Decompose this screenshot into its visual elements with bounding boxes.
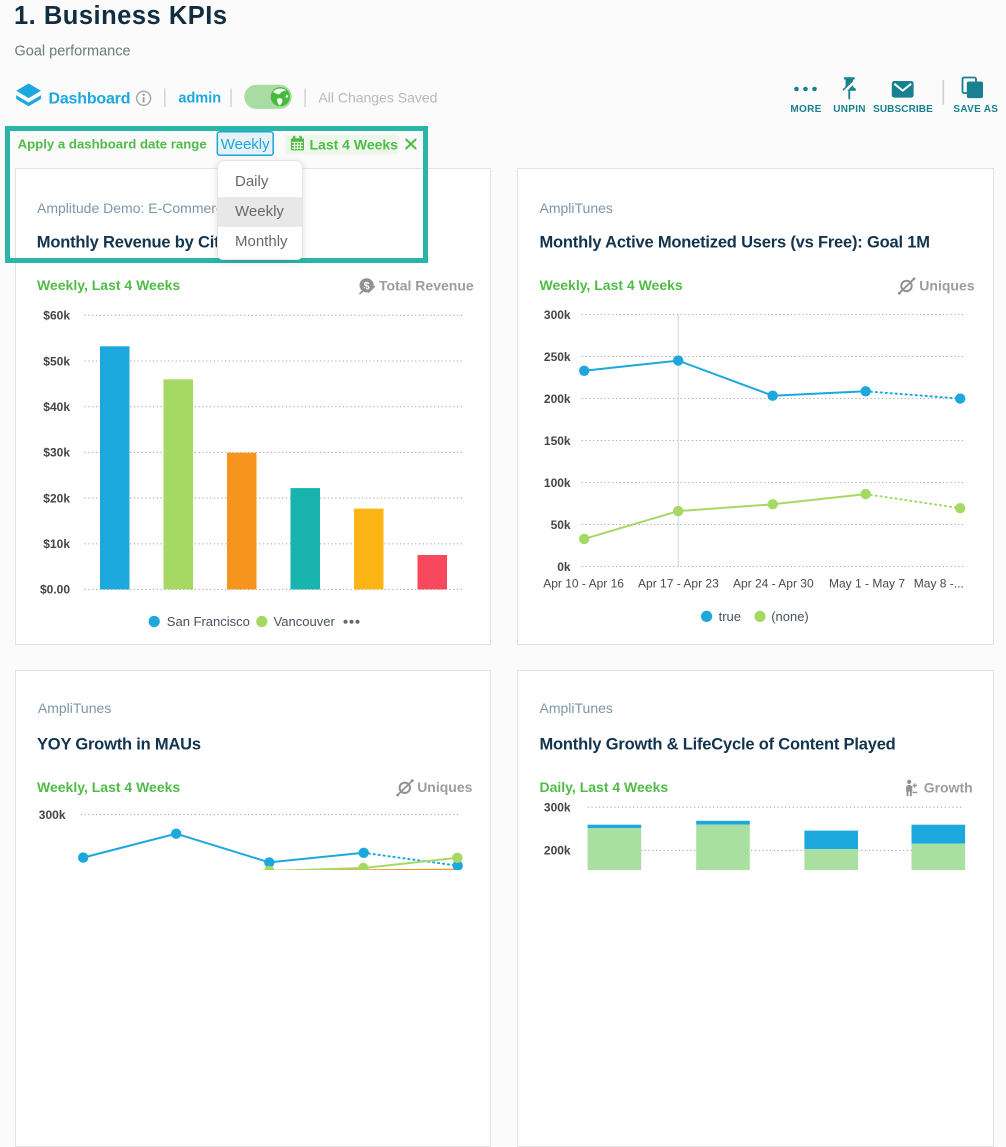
svg-text:Apr 24 - Apr 30: Apr 24 - Apr 30 — [733, 577, 814, 591]
svg-text:100k: 100k — [544, 476, 571, 490]
svg-text:$60k: $60k — [43, 309, 70, 323]
svg-text:Growth: Growth — [924, 780, 973, 796]
svg-text:MORE: MORE — [790, 104, 821, 115]
svg-text:$40k: $40k — [43, 400, 70, 414]
svg-text:Apr 17 - Apr 23: Apr 17 - Apr 23 — [638, 577, 719, 591]
svg-text:Goal performance: Goal performance — [15, 44, 131, 60]
svg-text:Uniques: Uniques — [417, 779, 472, 795]
svg-text:Dashboard: Dashboard — [49, 91, 131, 108]
svg-text:0k: 0k — [557, 560, 571, 574]
svg-text:200k: 200k — [544, 392, 571, 406]
svg-text:San Francisco: San Francisco — [167, 614, 250, 629]
svg-text:UNPIN: UNPIN — [833, 104, 866, 115]
svg-text:SAVE AS: SAVE AS — [953, 104, 998, 115]
svg-text:Total Revenue: Total Revenue — [379, 278, 474, 294]
svg-text:Daily, Last 4 Weeks: Daily, Last 4 Weeks — [540, 779, 669, 795]
svg-text:300k: 300k — [544, 308, 571, 322]
svg-text:May 1 - May 7: May 1 - May 7 — [829, 577, 905, 591]
svg-text:$50k: $50k — [43, 354, 70, 368]
svg-text:200k: 200k — [544, 844, 571, 858]
svg-text:250k: 250k — [544, 350, 571, 364]
svg-text:YOY Growth in MAUs: YOY Growth in MAUs — [37, 736, 201, 754]
svg-text:SUBSCRIBE: SUBSCRIBE — [873, 104, 933, 115]
svg-text:Apr 10 - Apr 16: Apr 10 - Apr 16 — [543, 577, 624, 591]
svg-text:300k: 300k — [39, 808, 66, 822]
svg-text:true: true — [719, 609, 741, 624]
svg-text:$0.00: $0.00 — [40, 583, 70, 597]
svg-text:1. Business KPIs: 1. Business KPIs — [14, 2, 228, 30]
svg-text:$10k: $10k — [43, 537, 70, 551]
svg-text:admin: admin — [178, 91, 221, 107]
svg-text:$20k: $20k — [43, 491, 70, 505]
svg-text:Uniques: Uniques — [919, 278, 974, 294]
svg-text:150k: 150k — [544, 434, 571, 448]
svg-text:300k: 300k — [544, 801, 571, 815]
svg-text:AmpliTunes: AmpliTunes — [540, 700, 613, 716]
svg-text:Weekly, Last 4 Weeks: Weekly, Last 4 Weeks — [37, 779, 180, 795]
svg-text:Vancouver: Vancouver — [274, 614, 336, 629]
svg-text:50k: 50k — [551, 518, 571, 532]
svg-text:Weekly, Last 4 Weeks: Weekly, Last 4 Weeks — [37, 277, 180, 293]
svg-text:Monthly Growth & LifeCycle of: Monthly Growth & LifeCycle of Content Pl… — [540, 736, 896, 754]
svg-text:AmpliTunes: AmpliTunes — [540, 200, 613, 216]
svg-text:AmpliTunes: AmpliTunes — [38, 700, 111, 716]
svg-text:(none): (none) — [771, 609, 809, 624]
svg-text:$30k: $30k — [43, 446, 70, 460]
svg-text:May 8 -...: May 8 -... — [914, 577, 964, 591]
svg-text:Weekly, Last 4 Weeks: Weekly, Last 4 Weeks — [540, 277, 683, 293]
svg-text:Monthly Active Monetized Users: Monthly Active Monetized Users (vs Free)… — [540, 234, 930, 252]
svg-text:All Changes Saved: All Changes Saved — [318, 89, 437, 105]
